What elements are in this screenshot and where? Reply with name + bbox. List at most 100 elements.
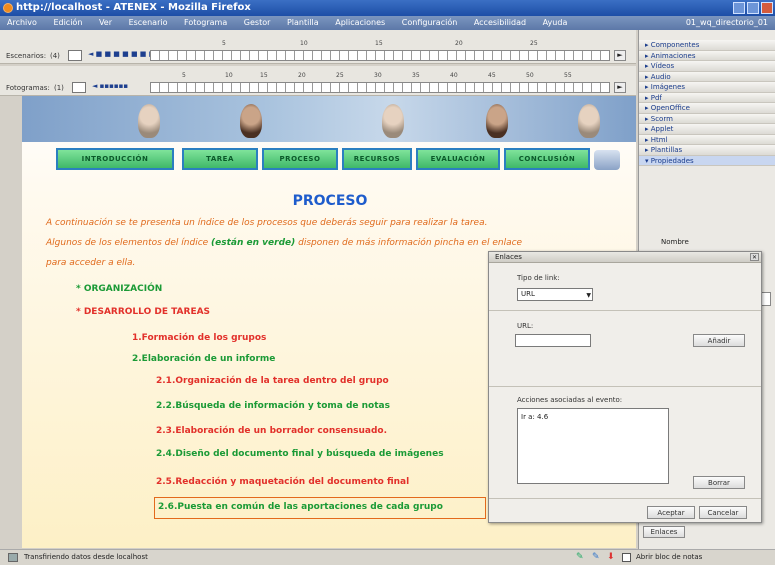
ruler-tick: 10 [225, 72, 233, 79]
url-input[interactable] [515, 334, 591, 347]
escenarios-select[interactable] [68, 50, 82, 61]
ruler-tick: 5 [182, 72, 186, 79]
item-2-5: 2.5.Redacción y maquetación del document… [156, 477, 410, 487]
panel-item-label: Plantillas [650, 146, 683, 154]
menu-gestor[interactable]: Gestor [237, 16, 278, 30]
addon-icon[interactable]: ✎ [576, 550, 584, 565]
nav-evaluacion[interactable]: EVALUACIÓN [416, 148, 500, 170]
panel-pdf[interactable]: ▸ Pdf [639, 92, 775, 103]
header-banner [22, 96, 636, 142]
cancel-button[interactable]: Cancelar [699, 506, 747, 519]
panel-plantillas[interactable]: ▸ Plantillas [639, 145, 775, 156]
item-2-4[interactable]: 2.4.Diseño del documento final y búsqued… [156, 449, 444, 459]
ruler-tick: 40 [450, 72, 458, 79]
panel-html[interactable]: ▸ Html [639, 134, 775, 145]
nav-conclusion[interactable]: CONCLUSIÓN [504, 148, 590, 170]
item-2-2[interactable]: 2.2.Búsqueda de información y toma de no… [156, 401, 390, 411]
fotogramas-count: (1) [54, 84, 64, 92]
panel-item-label: Componentes [650, 41, 700, 49]
window-title: http://localhost - ATENEX - Mozilla Fire… [16, 2, 251, 13]
panel-animaciones[interactable]: ▸ Animaciones [639, 50, 775, 61]
panel-applet[interactable]: ▸ Applet [639, 124, 775, 135]
menu-edicion[interactable]: Edición [46, 16, 89, 30]
accion-item[interactable]: Ir a: 4.6 [521, 413, 548, 421]
ruler-tick: 5 [222, 40, 226, 47]
addon-icon[interactable]: ✎ [592, 550, 600, 565]
menu-aplicaciones[interactable]: Aplicaciones [328, 16, 392, 30]
panel-videos[interactable]: ▸ Vídeos [639, 61, 775, 72]
ruler-tick: 25 [530, 40, 538, 47]
status-text: Transfiriendo datos desde localhost [24, 553, 148, 561]
tipo-link-label: Tipo de link: [517, 274, 560, 282]
notepad-link[interactable]: Abrir bloc de notas [636, 550, 702, 565]
close-button[interactable] [761, 2, 773, 14]
panel-openoffice[interactable]: ▸ OpenOffice [639, 103, 775, 114]
item-2[interactable]: 2.Elaboración de un informe [132, 354, 275, 364]
scroll-right-button[interactable]: ► [614, 82, 626, 93]
tipo-link-value: URL [521, 290, 535, 298]
menu-archivo[interactable]: Archivo [0, 16, 44, 30]
item-2-6[interactable]: 2.6.Puesta en común de las aportaciones … [158, 502, 443, 512]
escenarios-nav-buttons[interactable]: ◄ ■ ■ ■ ■ ■ ■ ■ [88, 50, 155, 58]
ruler-tick: 15 [260, 72, 268, 79]
ruler-tick: 50 [526, 72, 534, 79]
escenarios-label: Escenarios: [6, 52, 47, 60]
panel-audio[interactable]: ▸ Audio [639, 71, 775, 82]
maximize-button[interactable] [747, 2, 759, 14]
acciones-list[interactable]: Ir a: 4.6 [517, 408, 669, 484]
panel-item-label: Html [650, 135, 668, 144]
firefox-icon [3, 3, 13, 13]
nav-recursos[interactable]: RECURSOS [342, 148, 412, 170]
panel-item-label: Propiedades [650, 156, 694, 165]
portrait-image [138, 104, 160, 138]
item-organizacion[interactable]: * ORGANIZACIÓN [76, 284, 162, 294]
add-button[interactable]: Añadir [693, 334, 745, 347]
menu-escenario[interactable]: Escenario [122, 16, 175, 30]
enlaces-dialog: Enlaces ✕ Tipo de link: URL ▼ URL: Añadir… [488, 251, 762, 523]
menu-configuracion[interactable]: Configuración [395, 16, 465, 30]
intro-text: disponen de más información pincha en el… [295, 238, 523, 248]
panel-item-label: Imágenes [650, 83, 686, 91]
menu-bar: Archivo Edición Ver Escenario Fotograma … [0, 16, 775, 30]
enlaces-button[interactable]: Enlaces [643, 526, 685, 538]
item-2-3: 2.3.Elaboración de un borrador consensua… [156, 426, 388, 436]
panel-item-label: Animaciones [650, 51, 696, 60]
ruler-tick: 35 [412, 72, 420, 79]
portrait-image [578, 104, 600, 138]
delete-button[interactable]: Borrar [693, 476, 745, 489]
accept-button[interactable]: Aceptar [647, 506, 695, 519]
panel-scorm[interactable]: ▸ Scorm [639, 113, 775, 124]
panel-item-label: Vídeos [650, 62, 675, 70]
intro-highlight: (están en verde) [211, 238, 296, 248]
notepad-icon[interactable] [622, 553, 631, 562]
minimize-button[interactable] [733, 2, 745, 14]
fotogramas-timeline[interactable] [150, 82, 610, 93]
menu-ayuda[interactable]: Ayuda [536, 16, 575, 30]
home-icon[interactable] [594, 150, 620, 170]
status-bar: Transfiriendo datos desde localhost ✎ ✎ … [0, 549, 775, 565]
item-2-1: 2.1.Organización de la tarea dentro del … [156, 376, 389, 386]
menu-ver[interactable]: Ver [92, 16, 119, 30]
nav-proceso[interactable]: PROCESO [262, 148, 338, 170]
fotogramas-select[interactable] [72, 82, 86, 93]
fotogramas-nav-buttons[interactable]: ◄ ▪▪▪▪▪▪ [92, 82, 128, 90]
menu-fotograma[interactable]: Fotograma [177, 16, 234, 30]
menu-plantilla[interactable]: Plantilla [280, 16, 326, 30]
panel-propiedades[interactable]: ▾ Propiedades [639, 155, 775, 166]
menu-accesibilidad[interactable]: Accesibilidad [467, 16, 533, 30]
ruler-tick: 10 [300, 40, 308, 47]
nav-bar: INTRODUCCIÓN TAREA PROCESO RECURSOS EVAL… [22, 148, 636, 176]
panel-imagenes[interactable]: ▸ Imágenes [639, 82, 775, 93]
ruler-tick: 25 [336, 72, 344, 79]
item-desarrollo-tareas: * DESARROLLO DE TAREAS [76, 307, 211, 317]
portrait-image [382, 104, 404, 138]
download-icon[interactable]: ⬇ [607, 550, 615, 565]
scroll-right-button[interactable]: ► [614, 50, 626, 61]
tipo-link-select[interactable]: URL ▼ [517, 288, 593, 301]
nav-introduccion[interactable]: INTRODUCCIÓN [56, 148, 174, 170]
fotogramas-label: Fotogramas: [6, 84, 50, 92]
dialog-close-icon[interactable]: ✕ [750, 253, 759, 261]
panel-componentes[interactable]: ▸ Componentes [639, 40, 775, 51]
nav-tarea[interactable]: TAREA [182, 148, 258, 170]
escenarios-timeline[interactable] [150, 50, 610, 61]
